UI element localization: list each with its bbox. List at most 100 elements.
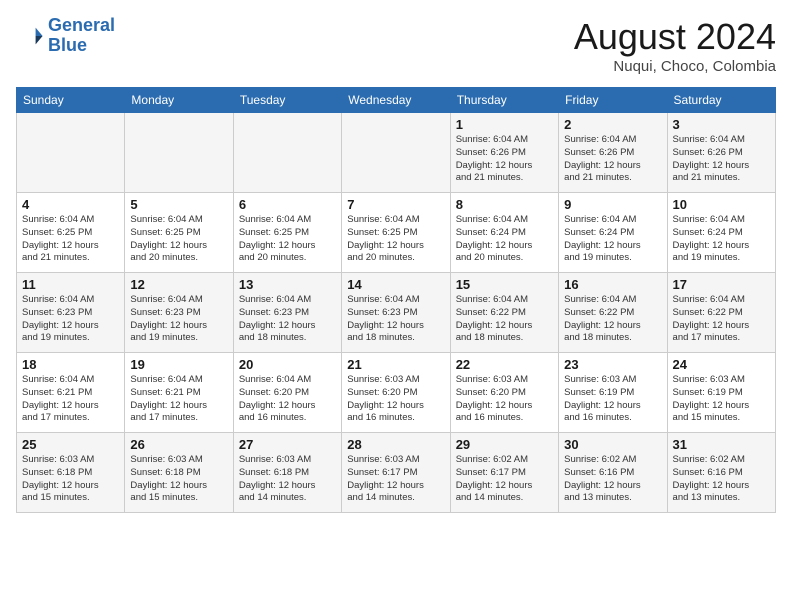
day-number: 23 [564,357,661,372]
calendar-cell: 11 Sunrise: 6:04 AMSunset: 6:23 PMDayligh… [17,273,125,353]
weekday-header-wednesday: Wednesday [342,88,450,113]
calendar-cell: 28Sunrise: 6:03 AMSunset: 6:17 PMDayligh… [342,433,450,513]
day-info: Sunrise: 6:02 AMSunset: 6:16 PMDaylight:… [673,454,770,505]
weekday-header-tuesday: Tuesday [233,88,341,113]
day-number: 6 [239,197,336,212]
day-info: Sunrise: 6:04 AMSunset: 6:26 PMDaylight:… [564,134,661,185]
month-title: August 2024 [574,16,776,58]
calendar-table: SundayMondayTuesdayWednesdayThursdayFrid… [16,87,776,513]
weekday-header-monday: Monday [125,88,233,113]
calendar-cell: 29Sunrise: 6:02 AMSunset: 6:17 PMDayligh… [450,433,558,513]
day-number: 27 [239,437,336,452]
day-info: Sunrise: 6:04 AMSunset: 6:23 PMDaylight:… [22,294,119,345]
calendar-cell: 4Sunrise: 6:04 AMSunset: 6:25 PMDaylight… [17,193,125,273]
week-row-1: 1 Sunrise: 6:04 AMSunset: 6:26 PMDaylight… [17,113,776,193]
day-number: 13 [239,277,336,292]
day-number: 17 [673,277,770,292]
calendar-cell: 12 Sunrise: 6:04 AMSunset: 6:23 PMDayligh… [125,273,233,353]
calendar-cell: 13 Sunrise: 6:04 AMSunset: 6:23 PMDayligh… [233,273,341,353]
day-number: 16 [564,277,661,292]
day-number: 21 [347,357,444,372]
weekday-header-row: SundayMondayTuesdayWednesdayThursdayFrid… [17,88,776,113]
calendar-cell [17,113,125,193]
day-info: Sunrise: 6:04 AMSunset: 6:21 PMDaylight:… [22,374,119,425]
day-number: 29 [456,437,553,452]
day-info: Sunrise: 6:03 AMSunset: 6:20 PMDaylight:… [347,374,444,425]
calendar-cell: 24Sunrise: 6:03 AMSunset: 6:19 PMDayligh… [667,353,775,433]
calendar-cell: 27 Sunrise: 6:03 AMSunset: 6:18 PMDayligh… [233,433,341,513]
day-info: Sunrise: 6:04 AMSunset: 6:21 PMDaylight:… [130,374,227,425]
day-info: Sunrise: 6:04 AMSunset: 6:26 PMDaylight:… [456,134,553,185]
day-info: Sunrise: 6:04 AMSunset: 6:25 PMDaylight:… [239,214,336,265]
weekday-header-thursday: Thursday [450,88,558,113]
day-number: 2 [564,117,661,132]
day-info: Sunrise: 6:03 AMSunset: 6:19 PMDaylight:… [673,374,770,425]
calendar-cell: 20 Sunrise: 6:04 AMSunset: 6:20 PMDayligh… [233,353,341,433]
day-number: 10 [673,197,770,212]
day-number: 11 [22,277,119,292]
day-number: 15 [456,277,553,292]
calendar-cell: 5 Sunrise: 6:04 AMSunset: 6:25 PMDaylight… [125,193,233,273]
calendar-cell: 22 Sunrise: 6:03 AMSunset: 6:20 PMDayligh… [450,353,558,433]
day-info: Sunrise: 6:04 AMSunset: 6:22 PMDaylight:… [564,294,661,345]
day-info: Sunrise: 6:04 AMSunset: 6:25 PMDaylight:… [130,214,227,265]
week-row-4: 18 Sunrise: 6:04 AMSunset: 6:21 PMDayligh… [17,353,776,433]
day-info: Sunrise: 6:04 AMSunset: 6:25 PMDaylight:… [22,214,119,265]
weekday-header-saturday: Saturday [667,88,775,113]
page-header: General Blue August 2024 Nuqui, Choco, C… [16,16,776,75]
logo-line2: Blue [48,35,87,55]
week-row-2: 4Sunrise: 6:04 AMSunset: 6:25 PMDaylight… [17,193,776,273]
calendar-cell [233,113,341,193]
logo: General Blue [16,16,115,56]
day-number: 1 [456,117,553,132]
calendar-cell: 10 Sunrise: 6:04 AMSunset: 6:24 PMDayligh… [667,193,775,273]
day-number: 20 [239,357,336,372]
day-info: Sunrise: 6:03 AMSunset: 6:18 PMDaylight:… [130,454,227,505]
day-info: Sunrise: 6:03 AMSunset: 6:20 PMDaylight:… [456,374,553,425]
logo-line1: General [48,15,115,35]
week-row-5: 25 Sunrise: 6:03 AMSunset: 6:18 PMDayligh… [17,433,776,513]
day-number: 12 [130,277,227,292]
day-number: 26 [130,437,227,452]
day-info: Sunrise: 6:04 AMSunset: 6:25 PMDaylight:… [347,214,444,265]
day-info: Sunrise: 6:04 AMSunset: 6:26 PMDaylight:… [673,134,770,185]
logo-text: General Blue [48,16,115,56]
logo-icon [16,22,44,50]
day-number: 7 [347,197,444,212]
calendar-cell: 18 Sunrise: 6:04 AMSunset: 6:21 PMDayligh… [17,353,125,433]
calendar-cell: 21 Sunrise: 6:03 AMSunset: 6:20 PMDayligh… [342,353,450,433]
calendar-cell: 1 Sunrise: 6:04 AMSunset: 6:26 PMDaylight… [450,113,558,193]
day-number: 22 [456,357,553,372]
day-number: 14 [347,277,444,292]
calendar-cell [125,113,233,193]
calendar-cell: 9Sunrise: 6:04 AMSunset: 6:24 PMDaylight… [559,193,667,273]
day-info: Sunrise: 6:04 AMSunset: 6:24 PMDaylight:… [564,214,661,265]
calendar-cell: 30 Sunrise: 6:02 AMSunset: 6:16 PMDayligh… [559,433,667,513]
day-number: 18 [22,357,119,372]
calendar-cell: 19 Sunrise: 6:04 AMSunset: 6:21 PMDayligh… [125,353,233,433]
day-info: Sunrise: 6:04 AMSunset: 6:22 PMDaylight:… [456,294,553,345]
calendar-cell: 8Sunrise: 6:04 AMSunset: 6:24 PMDaylight… [450,193,558,273]
day-info: Sunrise: 6:03 AMSunset: 6:19 PMDaylight:… [564,374,661,425]
calendar-cell: 31Sunrise: 6:02 AMSunset: 6:16 PMDayligh… [667,433,775,513]
calendar-cell: 16 Sunrise: 6:04 AMSunset: 6:22 PMDayligh… [559,273,667,353]
title-area: August 2024 Nuqui, Choco, Colombia [574,16,776,75]
day-info: Sunrise: 6:04 AMSunset: 6:23 PMDaylight:… [239,294,336,345]
calendar-cell: 26 Sunrise: 6:03 AMSunset: 6:18 PMDayligh… [125,433,233,513]
day-info: Sunrise: 6:04 AMSunset: 6:20 PMDaylight:… [239,374,336,425]
day-number: 28 [347,437,444,452]
day-number: 30 [564,437,661,452]
day-info: Sunrise: 6:02 AMSunset: 6:16 PMDaylight:… [564,454,661,505]
location: Nuqui, Choco, Colombia [574,58,776,75]
day-number: 19 [130,357,227,372]
day-info: Sunrise: 6:03 AMSunset: 6:18 PMDaylight:… [239,454,336,505]
day-info: Sunrise: 6:04 AMSunset: 6:23 PMDaylight:… [130,294,227,345]
calendar-cell: 15 Sunrise: 6:04 AMSunset: 6:22 PMDayligh… [450,273,558,353]
week-row-3: 11 Sunrise: 6:04 AMSunset: 6:23 PMDayligh… [17,273,776,353]
calendar-cell: 3Sunrise: 6:04 AMSunset: 6:26 PMDaylight… [667,113,775,193]
day-info: Sunrise: 6:04 AMSunset: 6:22 PMDaylight:… [673,294,770,345]
day-info: Sunrise: 6:04 AMSunset: 6:24 PMDaylight:… [673,214,770,265]
day-info: Sunrise: 6:04 AMSunset: 6:23 PMDaylight:… [347,294,444,345]
day-number: 25 [22,437,119,452]
day-number: 5 [130,197,227,212]
